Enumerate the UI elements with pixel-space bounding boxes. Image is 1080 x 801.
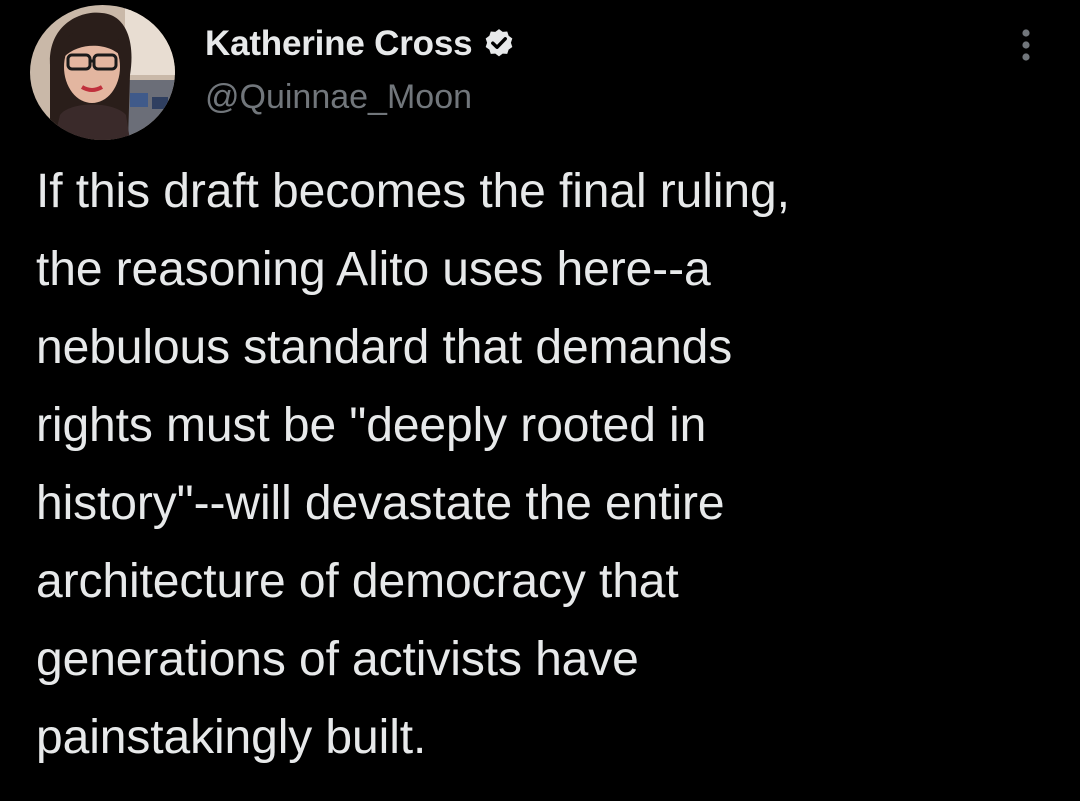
display-name[interactable]: Katherine Cross: [205, 24, 473, 64]
name-row: Katherine Cross: [205, 22, 965, 66]
user-handle[interactable]: @Quinnae_Moon: [205, 78, 965, 117]
tweet-header: Katherine Cross @Quinnae_Moon: [205, 22, 965, 117]
tweet-text-line: history"--will devastate the entire: [36, 477, 725, 530]
tweet-text: If this draft becomes the final ruling, …: [36, 153, 1046, 777]
tweet-text-line: generations of activists have: [36, 633, 639, 686]
tweet-text-line: nebulous standard that demands: [36, 321, 733, 374]
vertical-ellipsis-icon[interactable]: [1012, 26, 1040, 66]
tweet-text-line: the reasoning Alito uses here--a: [36, 243, 711, 296]
avatar[interactable]: [30, 5, 175, 140]
tweet-text-line: architecture of democracy that: [36, 555, 679, 608]
verified-badge-icon: [482, 27, 516, 61]
tweet-card: Katherine Cross @Quinnae_Moon If this dr…: [0, 0, 1080, 801]
tweet-text-line: If this draft becomes the final ruling,: [36, 165, 790, 218]
tweet-text-line: painstakingly built.: [36, 711, 427, 764]
tweet-text-line: rights must be "deeply rooted in: [36, 399, 707, 452]
